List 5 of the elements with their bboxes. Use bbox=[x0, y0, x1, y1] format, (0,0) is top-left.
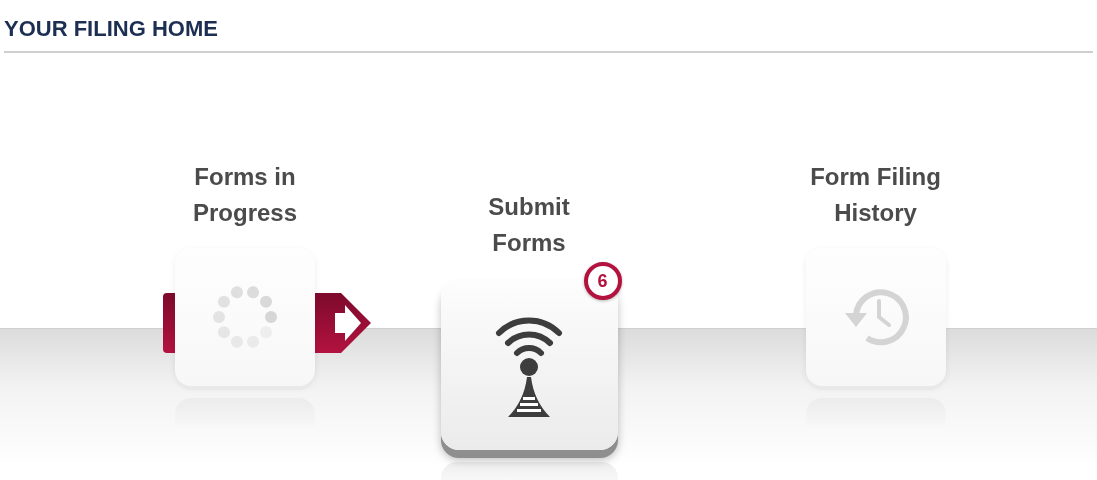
count-badge: 6 bbox=[583, 262, 622, 300]
tile-label: Submit Forms bbox=[487, 192, 571, 258]
page-title: YOUR FILING HOME bbox=[4, 16, 218, 42]
tile-label: Forms in Progress bbox=[191, 162, 299, 228]
tile-label: Form Filing History bbox=[809, 162, 942, 228]
